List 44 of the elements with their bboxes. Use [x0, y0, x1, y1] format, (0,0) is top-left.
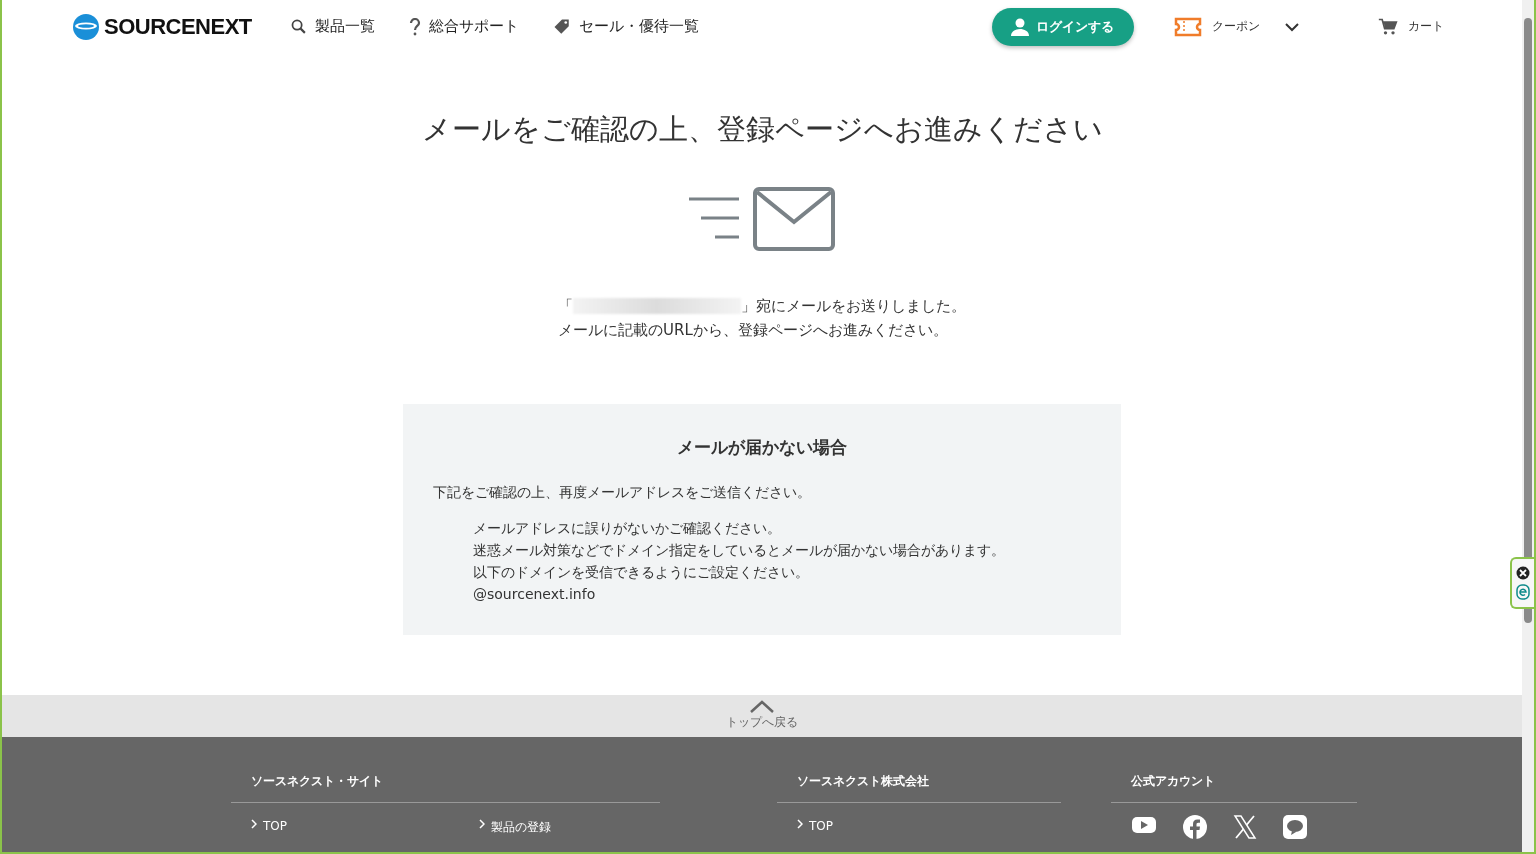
- domain-text: @sourcenext.info: [473, 584, 597, 604]
- question-icon: [408, 17, 421, 36]
- coupon-menu[interactable]: クーポン: [1174, 16, 1300, 37]
- logo-icon: [72, 12, 100, 41]
- search-icon: [289, 18, 307, 36]
- chevron-down-icon: [1284, 21, 1300, 32]
- footer-column-title: 公式アカウント: [1111, 773, 1357, 803]
- ticket-icon: [1174, 16, 1202, 37]
- page-title: メールをご確認の上、登録ページへお進みください: [421, 110, 1103, 148]
- footer-link[interactable]: TOP: [797, 819, 1025, 833]
- cart-link[interactable]: カート: [1378, 16, 1444, 37]
- letter-e-icon[interactable]: [1516, 584, 1530, 600]
- footer-column-title: ソースネクスト・サイト: [231, 773, 660, 803]
- footer-link[interactable]: TOP: [251, 819, 479, 836]
- tag-icon: [552, 17, 571, 36]
- nav-link[interactable]: セール・優待一覧: [552, 17, 699, 37]
- x-logo-icon[interactable]: [1233, 815, 1257, 839]
- cart-icon: [1378, 16, 1398, 37]
- logo-wordmark[interactable]: SOURCENEXT: [104, 13, 252, 40]
- sent-message: 」宛にメールをお送りしました。: [741, 295, 966, 317]
- nav-link[interactable]: 総合サポート: [408, 17, 519, 37]
- instruction-text: メールに記載のURLから、登録ページへお進みください。: [558, 319, 949, 341]
- chat-bubble-icon[interactable]: [1283, 815, 1307, 839]
- notice-heading: メールが届かない場合: [676, 435, 848, 459]
- facebook-icon[interactable]: [1183, 815, 1207, 839]
- person-icon: [1010, 16, 1030, 37]
- chevron-right-icon: [479, 819, 485, 829]
- close-icon[interactable]: [1516, 566, 1530, 580]
- mail-sent-icon: [689, 185, 835, 252]
- notice-intro: 下記をご確認の上、再度メールアドレスをご送信ください。: [433, 482, 812, 502]
- chevron-right-icon: [251, 819, 257, 829]
- footer-link[interactable]: 製品の登録: [479, 819, 707, 836]
- play-icon[interactable]: [1131, 815, 1157, 835]
- footer-column-title: ソースネクスト株式会社: [777, 773, 1061, 803]
- extension-widget[interactable]: [1510, 557, 1534, 609]
- notice-item: 以下のドメインを受信できるようにご設定ください。: [473, 562, 810, 582]
- chevron-right-icon: [797, 819, 803, 829]
- notice-item: メールアドレスに誤りがないかご確認ください。: [473, 518, 782, 538]
- scrollbar[interactable]: [1522, 0, 1536, 852]
- quote-open: 「: [558, 295, 573, 317]
- chevron-up-icon: [749, 700, 775, 715]
- notice-item: 迷惑メール対策などでドメイン指定をしているとメールが届かない場合があります。: [473, 540, 1006, 560]
- back-to-top-button[interactable]: トップへ戻る: [2, 694, 1522, 737]
- nav-link[interactable]: 製品一覧: [289, 17, 375, 37]
